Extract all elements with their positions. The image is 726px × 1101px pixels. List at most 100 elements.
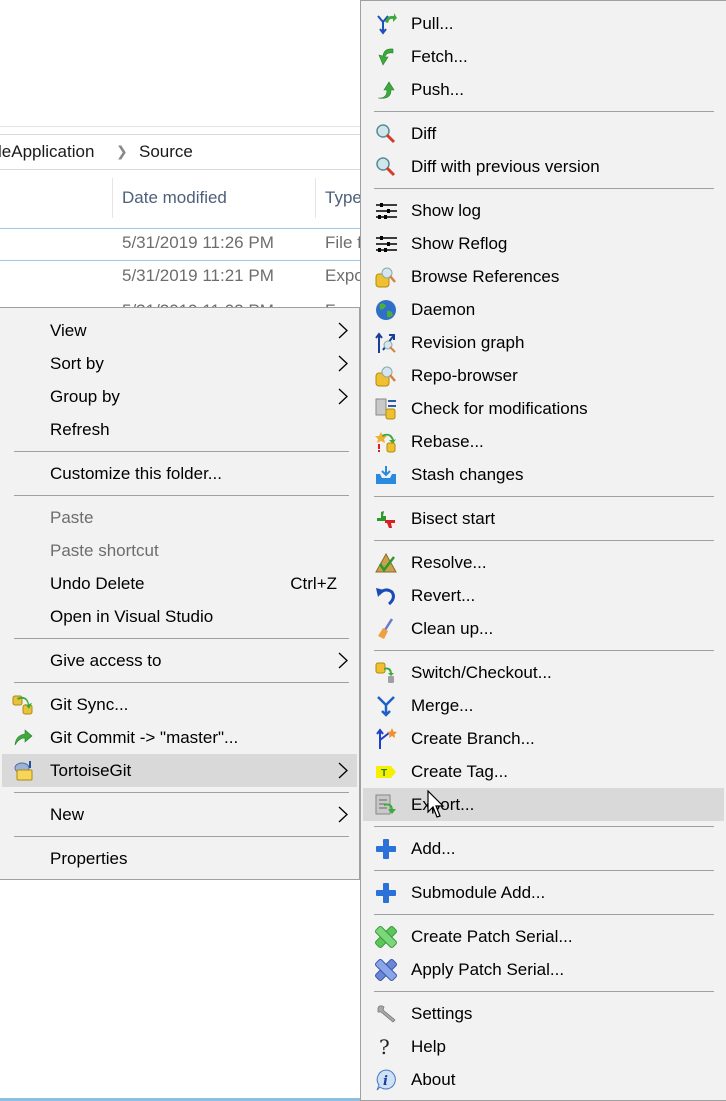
menu-separator xyxy=(374,540,714,541)
menu-item-switch-checkout[interactable]: Switch/Checkout... xyxy=(363,656,724,689)
menu-item-refresh[interactable]: Refresh xyxy=(2,413,357,446)
menu-item-show-log[interactable]: Show log xyxy=(363,194,724,227)
menu-item-about[interactable]: i About xyxy=(363,1063,724,1096)
menu-separator xyxy=(14,638,349,639)
menu-item-label: Switch/Checkout... xyxy=(411,663,552,682)
menu-item-label: Diff xyxy=(411,124,437,143)
menu-item-stash-changes[interactable]: Stash changes xyxy=(363,458,724,491)
file-row[interactable]: 5/31/2019 11:02 PM F xyxy=(0,297,360,307)
svg-text:T: T xyxy=(381,768,387,779)
menu-item-customize-folder[interactable]: Customize this folder... xyxy=(2,457,357,490)
menu-item-browse-references[interactable]: Browse References xyxy=(363,260,724,293)
menu-item-submodule-add[interactable]: Submodule Add... xyxy=(363,876,724,909)
menu-item-help[interactable]: ? Help xyxy=(363,1030,724,1063)
menu-item-add[interactable]: Add... xyxy=(363,832,724,865)
chevron-right-icon xyxy=(338,322,348,339)
menu-item-give-access-to[interactable]: Give access to xyxy=(2,644,357,677)
revert-icon xyxy=(376,588,395,606)
menu-item-paste-shortcut: Paste shortcut xyxy=(2,534,357,567)
menu-item-open-in-visual-studio[interactable]: Open in Visual Studio xyxy=(2,600,357,633)
menu-item-create-patch-serial[interactable]: Create Patch Serial... xyxy=(363,920,724,953)
daemon-globe-icon xyxy=(376,300,396,320)
menu-item-label: Resolve... xyxy=(411,553,487,572)
file-row[interactable]: 5/31/2019 11:21 PM Expo xyxy=(0,262,364,293)
menu-item-label: View xyxy=(50,321,87,340)
menu-separator xyxy=(374,111,714,112)
menu-item-export[interactable]: Export... xyxy=(363,788,724,821)
menu-item-label: TortoiseGit xyxy=(50,761,132,780)
menu-item-label: Check for modifications xyxy=(411,399,588,418)
menu-item-daemon[interactable]: Daemon xyxy=(363,293,724,326)
menu-item-git-commit[interactable]: Git Commit -> "master"... xyxy=(2,721,357,754)
column-header-date-modified[interactable]: Date modified xyxy=(122,188,227,208)
menu-item-clean-up[interactable]: Clean up... xyxy=(363,612,724,645)
menu-item-label: Pull... xyxy=(411,14,454,33)
menu-item-sort-by[interactable]: Sort by xyxy=(2,347,357,380)
menu-item-label: Give access to xyxy=(50,651,162,670)
column-divider[interactable] xyxy=(315,178,316,218)
column-divider[interactable] xyxy=(112,178,113,218)
revision-graph-icon xyxy=(375,332,396,353)
menu-separator xyxy=(14,792,349,793)
diff-icon xyxy=(376,124,396,144)
help-icon: ? xyxy=(379,1036,390,1058)
menu-item-repo-browser[interactable]: Repo-browser xyxy=(363,359,724,392)
breadcrumb-chevron-icon[interactable]: ❯ xyxy=(116,143,128,160)
menu-item-properties[interactable]: Properties xyxy=(2,842,357,875)
menu-item-label: Paste shortcut xyxy=(50,541,159,560)
menu-item-label: Sort by xyxy=(50,354,104,373)
menu-item-push[interactable]: Push... xyxy=(363,73,724,106)
menu-item-label: Push... xyxy=(411,80,464,99)
menu-item-revert[interactable]: Revert... xyxy=(363,579,724,612)
tortoisegit-submenu: Pull... Fetch... Push... Diff Diff with … xyxy=(360,0,726,1101)
breadcrumb-parent[interactable]: leApplication xyxy=(0,142,94,162)
menu-item-diff[interactable]: Diff xyxy=(363,117,724,150)
menu-item-fetch[interactable]: Fetch... xyxy=(363,40,724,73)
menu-item-label: Clean up... xyxy=(411,619,494,638)
menu-separator xyxy=(374,496,714,497)
menu-item-new[interactable]: New xyxy=(2,798,357,831)
menu-item-revision-graph[interactable]: Revision graph xyxy=(363,326,724,359)
menu-item-apply-patch-serial[interactable]: Apply Patch Serial... xyxy=(363,953,724,986)
push-icon xyxy=(377,81,395,99)
breadcrumb-current[interactable]: Source xyxy=(139,142,193,162)
show-reflog-icon xyxy=(376,236,397,252)
menu-item-bisect-start[interactable]: Bisect start xyxy=(363,502,724,535)
menu-item-diff-previous[interactable]: Diff with previous version xyxy=(363,150,724,183)
address-bar[interactable]: leApplication ❯ Source xyxy=(0,134,360,170)
menu-item-settings[interactable]: Settings xyxy=(363,997,724,1030)
menu-separator xyxy=(14,682,349,683)
menu-item-rebase[interactable]: Rebase... xyxy=(363,425,724,458)
menu-item-show-reflog[interactable]: Show Reflog xyxy=(363,227,724,260)
file-row[interactable]: 5/31/2019 11:26 PM File f xyxy=(0,228,362,261)
diff-previous-icon xyxy=(376,157,396,177)
menu-separator xyxy=(374,914,714,915)
menu-item-label: Repo-browser xyxy=(411,366,518,385)
menu-item-check-modifications[interactable]: Check for modifications xyxy=(363,392,724,425)
file-date: 5/31/2019 11:21 PM xyxy=(122,266,274,285)
menu-item-label: New xyxy=(50,805,85,824)
file-type: Expo xyxy=(325,266,364,285)
menu-item-tortoisegit[interactable]: TortoiseGit xyxy=(2,754,357,787)
menu-item-label: Create Tag... xyxy=(411,762,509,781)
menu-item-undo-delete[interactable]: Undo Delete Ctrl+Z xyxy=(2,567,357,600)
menu-item-label: Git Commit -> "master"... xyxy=(50,728,239,747)
git-sync-icon xyxy=(12,695,33,715)
column-headers: Date modified Type xyxy=(0,178,362,220)
column-header-type[interactable]: Type xyxy=(325,188,362,208)
menu-item-create-branch[interactable]: Create Branch... xyxy=(363,722,724,755)
menu-item-git-sync[interactable]: Git Sync... xyxy=(2,688,357,721)
menu-item-group-by[interactable]: Group by xyxy=(2,380,357,413)
menu-item-resolve[interactable]: Resolve... xyxy=(363,546,724,579)
menu-item-view[interactable]: View xyxy=(2,314,357,347)
chevron-right-icon xyxy=(338,388,348,405)
menu-item-pull[interactable]: Pull... xyxy=(363,7,724,40)
menu-item-label: Create Branch... xyxy=(411,729,535,748)
menu-item-label: Stash changes xyxy=(411,465,524,484)
menu-item-merge[interactable]: Merge... xyxy=(363,689,724,722)
svg-text:?: ? xyxy=(379,1036,390,1058)
menu-item-label: Show Reflog xyxy=(411,234,508,253)
menu-item-create-tag[interactable]: T Create Tag... xyxy=(363,755,724,788)
submodule-add-icon xyxy=(376,883,396,903)
fetch-icon xyxy=(378,48,394,66)
